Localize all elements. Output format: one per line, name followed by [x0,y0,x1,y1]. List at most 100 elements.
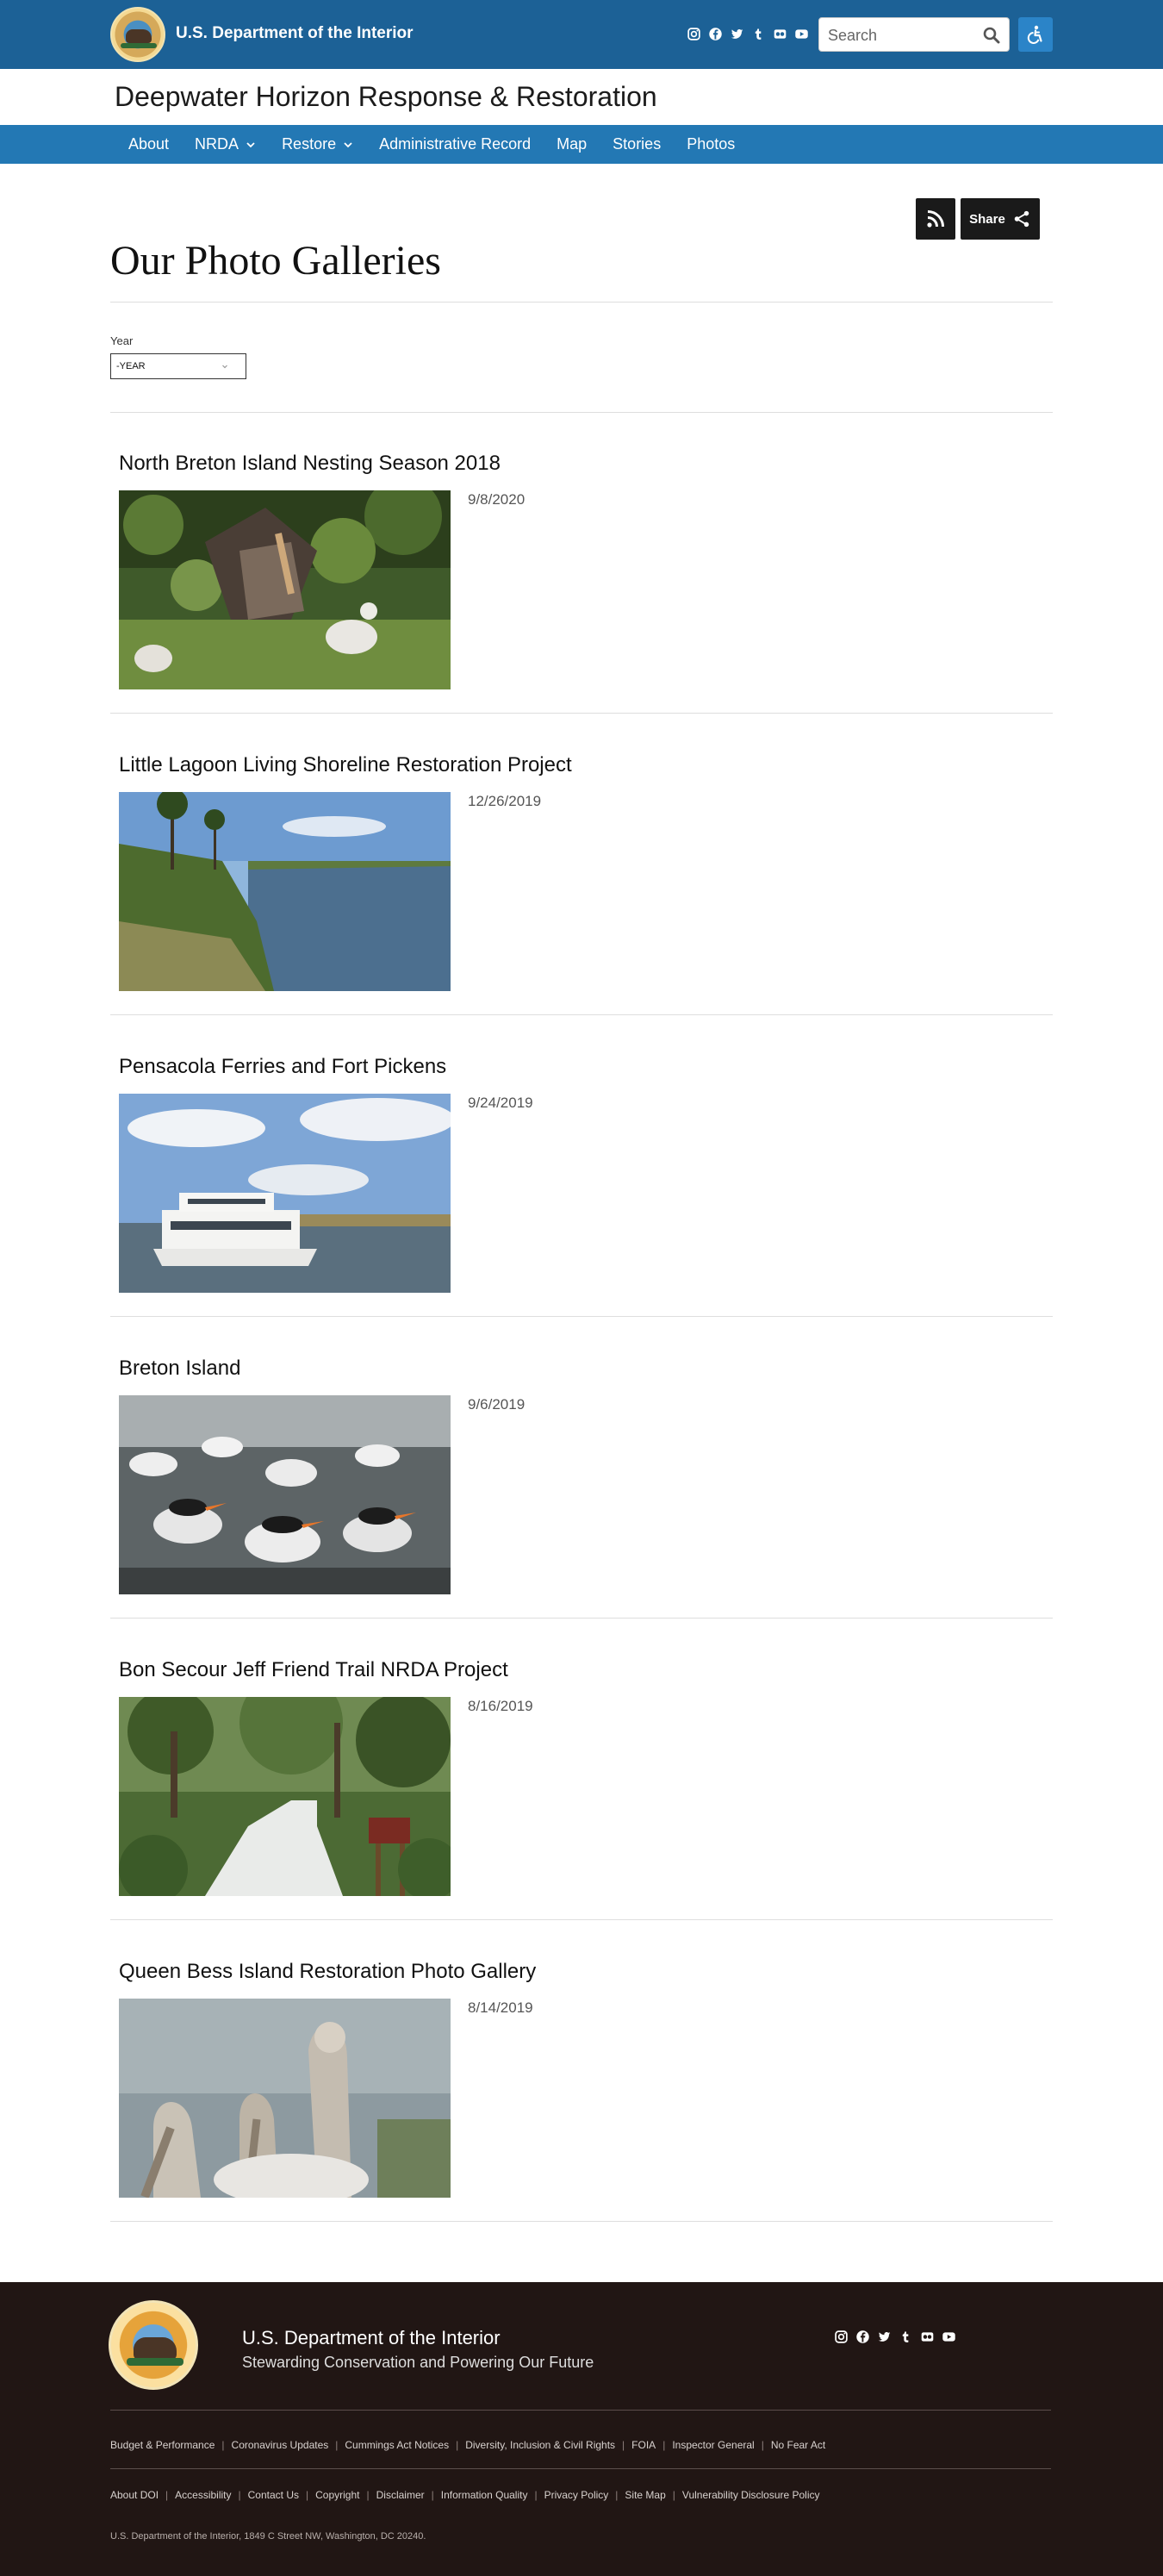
twitter-icon[interactable] [729,26,745,42]
footer-link-foia[interactable]: FOIA [631,2439,656,2451]
gallery-item: Little Lagoon Living Shoreline Restorati… [110,714,1053,1015]
gallery-item: Breton Island 9/6/2019 [110,1317,1053,1619]
doi-seal-logo[interactable] [109,2300,198,2390]
nav-item-nrda[interactable]: NRDA [182,125,269,164]
share-button[interactable]: Share [961,198,1040,240]
nav-item-administrative-record[interactable]: Administrative Record [366,125,544,164]
share-button-label: Share [969,211,1005,227]
year-filter-label: Year [110,334,134,347]
seal-ground [121,43,157,48]
footer-link-privacy-policy[interactable]: Privacy Policy [544,2489,609,2501]
accessibility-icon [1027,25,1042,44]
footer-link-separator: | [534,2489,538,2501]
search-input[interactable] [828,25,974,46]
footer-address: U.S. Department of the Interior, 1849 C … [110,2531,426,2542]
chevron-down-icon [344,141,352,147]
nav-item-photos[interactable]: Photos [674,125,748,164]
search-button[interactable] [981,25,1002,46]
site-title[interactable]: Deepwater Horizon Response & Restoration [115,81,657,113]
bison-emblem [134,2337,177,2360]
search-box [818,17,1010,52]
rss-feed-button[interactable] [916,198,955,240]
footer-link-contact-us[interactable]: Contact Us [248,2489,299,2501]
gallery-title-link[interactable]: Queen Bess Island Restoration Photo Gall… [119,1960,536,1984]
flickr-icon[interactable] [772,26,788,42]
flickr-icon[interactable] [919,2329,936,2345]
social-links-footer [833,2329,957,2345]
facebook-icon[interactable] [707,26,724,42]
nav-item-restore[interactable]: Restore [269,125,366,164]
gallery-thumbnail-tern-colony[interactable] [119,1395,451,1594]
footer-link-about-doi[interactable]: About DOI [110,2489,159,2501]
footer-link-copyright[interactable]: Copyright [315,2489,359,2501]
footer-agency-name[interactable]: U.S. Department of the Interior [242,2327,501,2349]
footer-link-coronavirus-updates[interactable]: Coronavirus Updates [232,2439,329,2451]
main-navigation: About NRDA Restore Administrative Record… [0,125,1163,164]
footer-link-vulnerability-disclosure[interactable]: Vulnerability Disclosure Policy [682,2489,820,2501]
gallery-thumbnail-ferry-boat[interactable] [119,1094,451,1293]
footer-link-diversity[interactable]: Diversity, Inclusion & Civil Rights [465,2439,615,2451]
nav-item-stories[interactable]: Stories [600,125,674,164]
footer-link-cummings-act-notices[interactable]: Cummings Act Notices [345,2439,449,2451]
footer-link-separator: | [456,2439,459,2451]
footer-link-budget-performance[interactable]: Budget & Performance [110,2439,215,2451]
youtube-icon[interactable] [793,26,810,42]
gallery-title-link[interactable]: Breton Island [119,1357,240,1381]
footer-link-separator: | [238,2489,241,2501]
footer-tagline: Stewarding Conservation and Powering Our… [242,2354,594,2371]
youtube-icon[interactable] [941,2329,957,2345]
instagram-icon[interactable] [686,26,702,42]
nav-item-label: Restore [282,135,337,153]
nav-item-label: Photos [687,135,736,153]
search-icon [983,27,1000,44]
nav-item-label: Administrative Record [379,135,532,153]
gallery-date: 9/24/2019 [468,1095,533,1111]
gallery-item: Queen Bess Island Restoration Photo Gall… [110,1920,1053,2222]
tumblr-icon[interactable] [898,2329,914,2345]
footer-link-accessibility[interactable]: Accessibility [175,2489,231,2501]
seal-ground [127,2358,183,2366]
page-title: Our Photo Galleries [110,238,441,284]
nav-item-map[interactable]: Map [544,125,600,164]
nav-item-label: Map [557,135,588,153]
footer-link-site-map[interactable]: Site Map [625,2489,665,2501]
instagram-icon[interactable] [833,2329,849,2345]
year-filter-select[interactable]: -YEAR [110,353,246,379]
gallery-title-link[interactable]: Bon Secour Jeff Friend Trail NRDA Projec… [119,1658,508,1682]
social-links-top [686,26,810,42]
gallery-thumbnail-pelicans-nesting[interactable] [119,490,451,689]
gallery-thumbnail-brown-pelicans[interactable] [119,1999,451,2198]
gallery-title-link[interactable]: North Breton Island Nesting Season 2018 [119,452,501,476]
gallery-title-link[interactable]: Little Lagoon Living Shoreline Restorati… [119,753,572,777]
footer-link-separator: | [366,2489,370,2501]
footer-link-information-quality[interactable]: Information Quality [441,2489,528,2501]
facebook-icon[interactable] [855,2329,871,2345]
chevron-down-icon [222,365,227,369]
gallery-thumbnail-lagoon-shoreline[interactable] [119,792,451,991]
footer-divider [110,2410,1051,2411]
nav-item-about[interactable]: About [115,125,182,164]
tumblr-icon[interactable] [750,26,767,42]
gallery-thumbnail-forest-trail[interactable] [119,1697,451,1896]
nav-item-label: About [128,135,170,153]
nav-item-label: NRDA [195,135,239,153]
divider [110,302,1053,303]
gallery-date: 12/26/2019 [468,793,542,809]
footer-link-separator: | [165,2489,169,2501]
footer-link-separator: | [221,2439,225,2451]
accessibility-button[interactable] [1018,17,1053,52]
footer-link-separator: | [761,2439,764,2451]
footer-links-row-2: About DOI | Accessibility | Contact Us | Co… [110,2489,820,2501]
twitter-icon[interactable] [876,2329,892,2345]
bison-emblem [126,29,152,43]
agency-name-link[interactable]: U.S. Department of the Interior [176,24,414,43]
footer-link-disclaimer[interactable]: Disclaimer [376,2489,425,2501]
top-header-bar: U.S. Department of the Interior [0,0,1163,69]
footer-link-inspector-general[interactable]: Inspector General [672,2439,754,2451]
doi-seal-logo[interactable] [110,7,165,62]
gallery-date: 8/16/2019 [468,1698,533,1714]
footer-link-separator: | [431,2489,434,2501]
footer-link-separator: | [335,2439,339,2451]
gallery-title-link[interactable]: Pensacola Ferries and Fort Pickens [119,1055,446,1079]
footer-link-no-fear-act[interactable]: No Fear Act [771,2439,825,2451]
